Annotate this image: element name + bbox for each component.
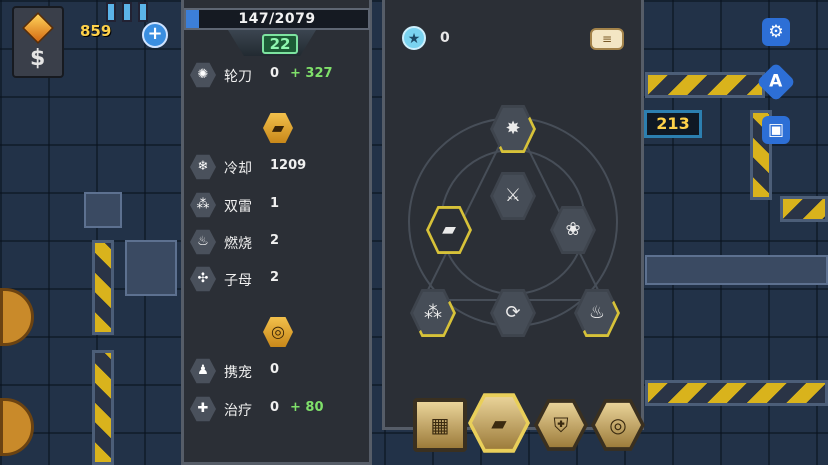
- chat-bubble-icon[interactable]: ≡: [590, 28, 624, 50]
- pet-icon: ♟: [190, 358, 216, 384]
- settings-gear-icon[interactable]: ⚙: [762, 18, 790, 46]
- wave-counter: 213: [644, 110, 702, 138]
- double-mine-icon: ⁂: [190, 192, 216, 218]
- cluster-icon: ❀: [553, 208, 593, 252]
- fire-icon: ♨: [577, 291, 617, 335]
- stat-label: 子母: [224, 273, 252, 289]
- stat-bonus: + 327: [290, 66, 333, 81]
- shield-icon: ⛨: [538, 402, 584, 448]
- chip-icon: ▦: [417, 402, 463, 448]
- cluster-icon: ✣: [190, 266, 216, 292]
- xp-text: 147/2079: [238, 11, 316, 27]
- hazard-pipe: [645, 380, 828, 406]
- fire-icon: ♨: [190, 229, 216, 255]
- resource-panel: $: [12, 6, 64, 78]
- stat-value: 1: [270, 196, 280, 211]
- stat-label: 燃烧: [224, 236, 252, 252]
- stat-label: 携宠: [224, 365, 252, 381]
- stat-row: ⁂ 双雷 1: [190, 192, 370, 218]
- vortex-icon: ◎: [595, 402, 641, 448]
- stat-label: 冷却: [224, 161, 252, 177]
- skill-points: 0: [440, 30, 450, 46]
- stat-value: 2: [270, 270, 280, 285]
- stat-row: ✺ 轮刀 0 + 327: [190, 62, 370, 88]
- stat-label: 轮刀: [224, 69, 252, 85]
- stat-value: 2: [270, 233, 280, 248]
- stat-label: 双雷: [224, 199, 252, 215]
- add-gold-button[interactable]: +: [142, 22, 168, 48]
- dollar-icon: $: [30, 46, 46, 71]
- tab-chip[interactable]: ▦: [413, 398, 467, 452]
- burst-icon: ✸: [493, 107, 533, 151]
- stat-row: ♟ 携宠 0: [190, 358, 370, 384]
- gold-count: 859: [80, 22, 112, 40]
- stat-value: 0: [270, 362, 280, 377]
- stat-row: ♨ 燃烧 2: [190, 229, 370, 255]
- hazard-pipe: [92, 240, 114, 335]
- stat-row: ❄ 冷却 1209: [190, 154, 370, 180]
- cooldown-icon: ❄: [190, 154, 216, 180]
- metal-block: [645, 255, 828, 285]
- hazard-pipe: [780, 196, 828, 222]
- stat-row: ✚ 治疗 0 + 80: [190, 396, 370, 422]
- stat-label: 治疗: [224, 403, 252, 419]
- level-number: 22: [262, 34, 298, 54]
- stat-value: 0: [270, 66, 280, 81]
- stat-value: 0: [270, 400, 280, 415]
- double-mine-icon: ⁂: [413, 291, 453, 335]
- stat-bonus: + 80: [290, 400, 324, 415]
- gatling-icon: ▰: [472, 397, 526, 449]
- hazard-pipe: [645, 72, 765, 98]
- blade-icon: ⚔: [493, 174, 533, 218]
- monitor-icon[interactable]: ▣: [762, 116, 790, 144]
- metal-block: [84, 192, 122, 228]
- hazard-pipe: [92, 350, 114, 465]
- orbit-icon: ⟳: [493, 291, 533, 335]
- xp-bar: 147/2079: [184, 8, 370, 30]
- stat-value: 1209: [270, 158, 307, 173]
- energy-bars: [106, 2, 168, 22]
- gatling-icon: ▰: [429, 208, 469, 252]
- heal-icon: ✚: [190, 396, 216, 422]
- metal-block: [125, 240, 177, 296]
- whirl-blade-icon: ✺: [190, 62, 216, 88]
- skill-point-icon: ★: [402, 26, 426, 50]
- gem-icon: [22, 12, 54, 44]
- stat-row: ✣ 子母 2: [190, 266, 370, 292]
